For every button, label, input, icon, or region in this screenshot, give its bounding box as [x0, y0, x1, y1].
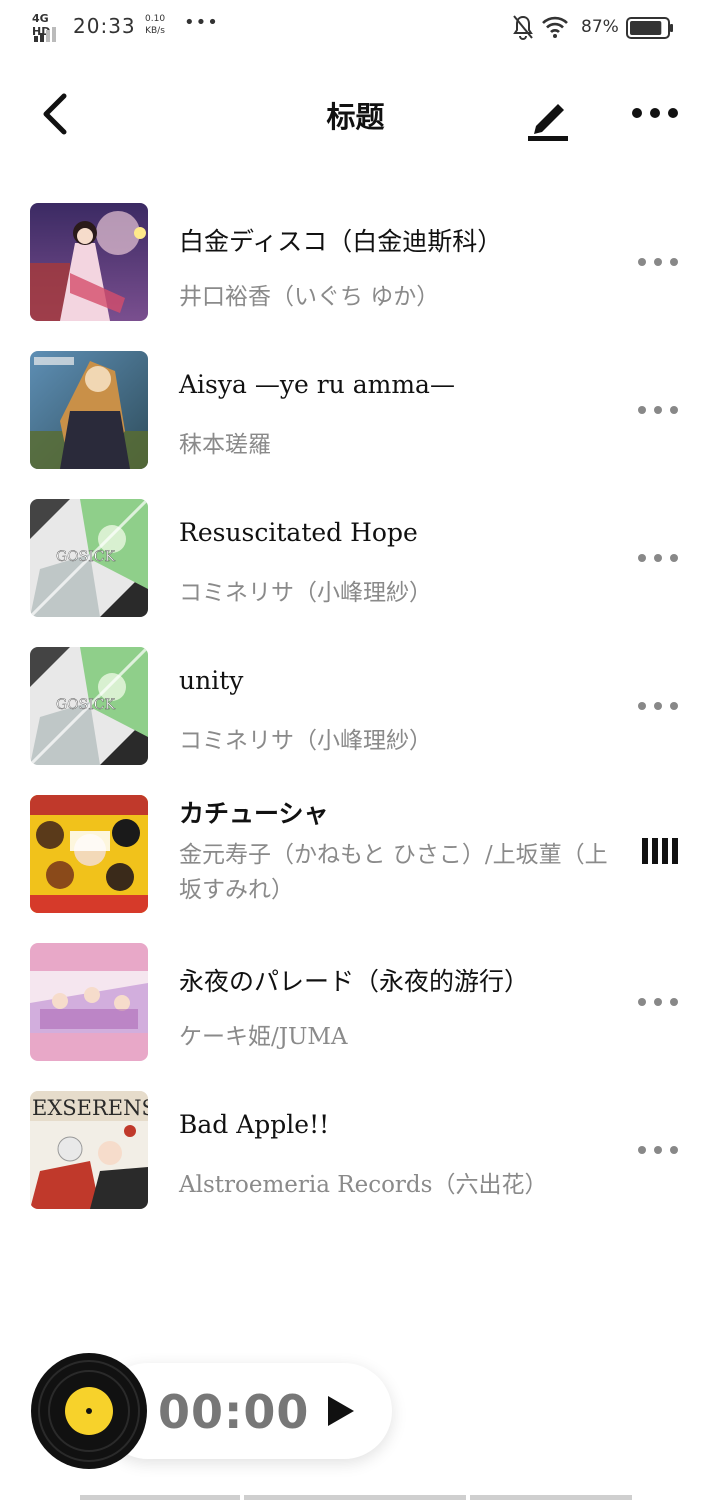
- play-icon[interactable]: [322, 1393, 358, 1429]
- more-icon[interactable]: [628, 98, 682, 128]
- song-artist: ケーキ姫/JUMA: [179, 1024, 348, 1050]
- battery-percent: 87%: [581, 17, 619, 37]
- song-row[interactable]: 白金ディスコ（白金迪斯科） 井口裕香（いぐち ゆか）: [0, 202, 711, 350]
- song-title: カチューシャ: [179, 799, 329, 828]
- song-title: Bad Apple!!: [179, 1110, 330, 1139]
- page-title: 标题: [326, 100, 385, 134]
- cover-label-exserens: EXSERENS: [32, 1096, 148, 1120]
- album-cover: GOSICK: [30, 647, 148, 765]
- playback-time: 00:00: [158, 1385, 310, 1439]
- song-title: 白金ディスコ（白金迪斯科）: [179, 227, 503, 256]
- more-icon[interactable]: [634, 694, 682, 718]
- song-artist: 金元寿子（かねもと ひさこ）/上坂菫（上坂すみれ）: [179, 842, 608, 903]
- song-artist: 井口裕香（いぐち ゆか）: [179, 284, 440, 310]
- song-row[interactable]: EXSERENS Bad Apple!! Alstroemeria Record…: [0, 1090, 711, 1238]
- navigation-indicator: [80, 1495, 632, 1500]
- clock: 20:33: [73, 14, 136, 38]
- song-row[interactable]: GOSICK unity コミネリサ（小峰理紗）: [0, 646, 711, 794]
- song-title: Aisya —ye ru amma—: [179, 370, 455, 399]
- vinyl-disc-icon[interactable]: [30, 1352, 148, 1470]
- song-artist: コミネリサ（小峰理紗）: [179, 728, 432, 754]
- more-icon[interactable]: [634, 398, 682, 422]
- wifi-icon: [542, 16, 568, 38]
- more-icon[interactable]: [634, 546, 682, 570]
- album-cover: [30, 795, 148, 913]
- status-bar: 4G HD 20:33 0.10 KB/s ••• 87%: [0, 0, 711, 56]
- song-row[interactable]: 永夜のパレード（永夜的游行） ケーキ姫/JUMA: [0, 942, 711, 1090]
- cover-label-gosick: GOSICK: [56, 549, 115, 565]
- network-icon: 4G HD: [32, 12, 66, 42]
- header: 标题: [0, 80, 711, 150]
- more-icon[interactable]: [634, 1138, 682, 1162]
- notification-more-icon: •••: [184, 12, 219, 33]
- album-cover: [30, 351, 148, 469]
- song-title: unity: [179, 666, 244, 695]
- album-cover: EXSERENS: [30, 1091, 148, 1209]
- speed-value: 0.10: [145, 14, 166, 24]
- speed-unit: KB/s: [145, 26, 165, 36]
- album-cover: [30, 943, 148, 1061]
- song-artist: Alstroemeria Records（六出花）: [179, 1172, 548, 1198]
- song-list: 白金ディスコ（白金迪斯科） 井口裕香（いぐち ゆか） Aisya —ye ru …: [0, 202, 711, 1238]
- battery-icon: [626, 17, 673, 39]
- song-title: Resuscitated Hope: [179, 518, 418, 547]
- more-icon[interactable]: [634, 250, 682, 274]
- song-title: 永夜のパレード（永夜的游行）: [179, 967, 530, 996]
- song-row[interactable]: カチューシャ 金元寿子（かねもと ひさこ）/上坂菫（上坂すみれ）: [0, 794, 711, 942]
- cover-label-gosick: GOSICK: [56, 697, 115, 713]
- network-speed: 0.10 KB/s: [145, 13, 165, 37]
- song-row[interactable]: GOSICK Resuscitated Hope コミネリサ（小峰理紗）: [0, 498, 711, 646]
- more-icon[interactable]: [634, 990, 682, 1014]
- album-cover: [30, 203, 148, 321]
- edit-icon[interactable]: [522, 90, 574, 142]
- song-artist: 秣本瑳羅: [179, 432, 271, 458]
- album-cover: GOSICK: [30, 499, 148, 617]
- song-artist: コミネリサ（小峰理紗）: [179, 580, 432, 606]
- song-row[interactable]: Aisya —ye ru amma— 秣本瑳羅: [0, 350, 711, 498]
- now-playing-icon[interactable]: [640, 838, 680, 864]
- bell-muted-icon: [513, 15, 533, 40]
